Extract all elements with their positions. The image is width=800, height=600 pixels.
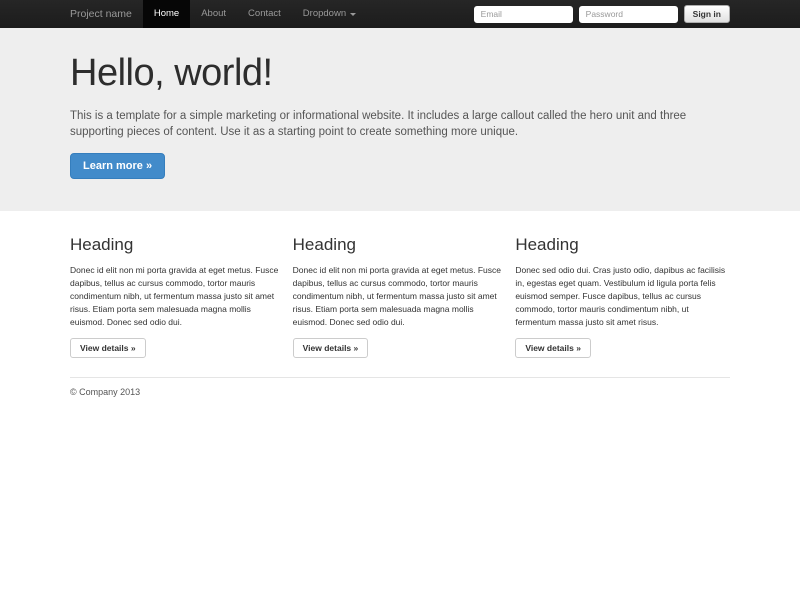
nav-item-home[interactable]: Home (143, 0, 190, 28)
nav-item-contact[interactable]: Contact (237, 0, 292, 28)
nav-item-label: Contact (248, 0, 281, 28)
nav-item-about[interactable]: About (190, 0, 237, 28)
hero-unit: Hello, world! This is a template for a s… (0, 28, 800, 211)
nav-item-dropdown[interactable]: Dropdown (292, 0, 367, 28)
nav-item-label: Dropdown (303, 0, 346, 28)
column-heading: Heading (293, 235, 508, 255)
view-details-button-2[interactable]: View details » (293, 338, 369, 358)
column-body: Donec id elit non mi porta gravida at eg… (70, 264, 285, 329)
brand-link[interactable]: Project name (70, 0, 132, 28)
marketing-columns: Heading Donec id elit non mi porta gravi… (70, 235, 730, 358)
hero-description: This is a template for a simple marketin… (70, 108, 730, 140)
column-heading: Heading (70, 235, 285, 255)
sign-in-button[interactable]: Sign in (684, 5, 730, 23)
view-details-button-1[interactable]: View details » (70, 338, 146, 358)
navbar-container: Project name Home About Contact Dropdown… (70, 0, 730, 28)
marketing-column-1: Heading Donec id elit non mi porta gravi… (70, 235, 285, 358)
footer: © Company 2013 (70, 387, 730, 397)
email-field[interactable] (474, 6, 573, 23)
learn-more-button[interactable]: Learn more » (70, 153, 165, 179)
nav-item-label: About (201, 0, 226, 28)
main-nav: Home About Contact Dropdown (143, 0, 367, 28)
column-body: Donec sed odio dui. Cras justo odio, dap… (515, 264, 730, 329)
password-field[interactable] (579, 6, 678, 23)
column-body: Donec id elit non mi porta gravida at eg… (293, 264, 508, 329)
view-details-button-3[interactable]: View details » (515, 338, 591, 358)
copyright-text: © Company 2013 (70, 387, 730, 397)
signin-form: Sign in (474, 0, 730, 28)
footer-divider (70, 377, 730, 378)
column-heading: Heading (515, 235, 730, 255)
hero-title: Hello, world! (70, 52, 730, 96)
navbar: Project name Home About Contact Dropdown… (0, 0, 800, 28)
caret-down-icon (350, 13, 356, 16)
marketing-column-2: Heading Donec id elit non mi porta gravi… (293, 235, 508, 358)
marketing-column-3: Heading Donec sed odio dui. Cras justo o… (515, 235, 730, 358)
nav-item-label: Home (154, 0, 179, 28)
main-content: Heading Donec id elit non mi porta gravi… (70, 235, 730, 397)
